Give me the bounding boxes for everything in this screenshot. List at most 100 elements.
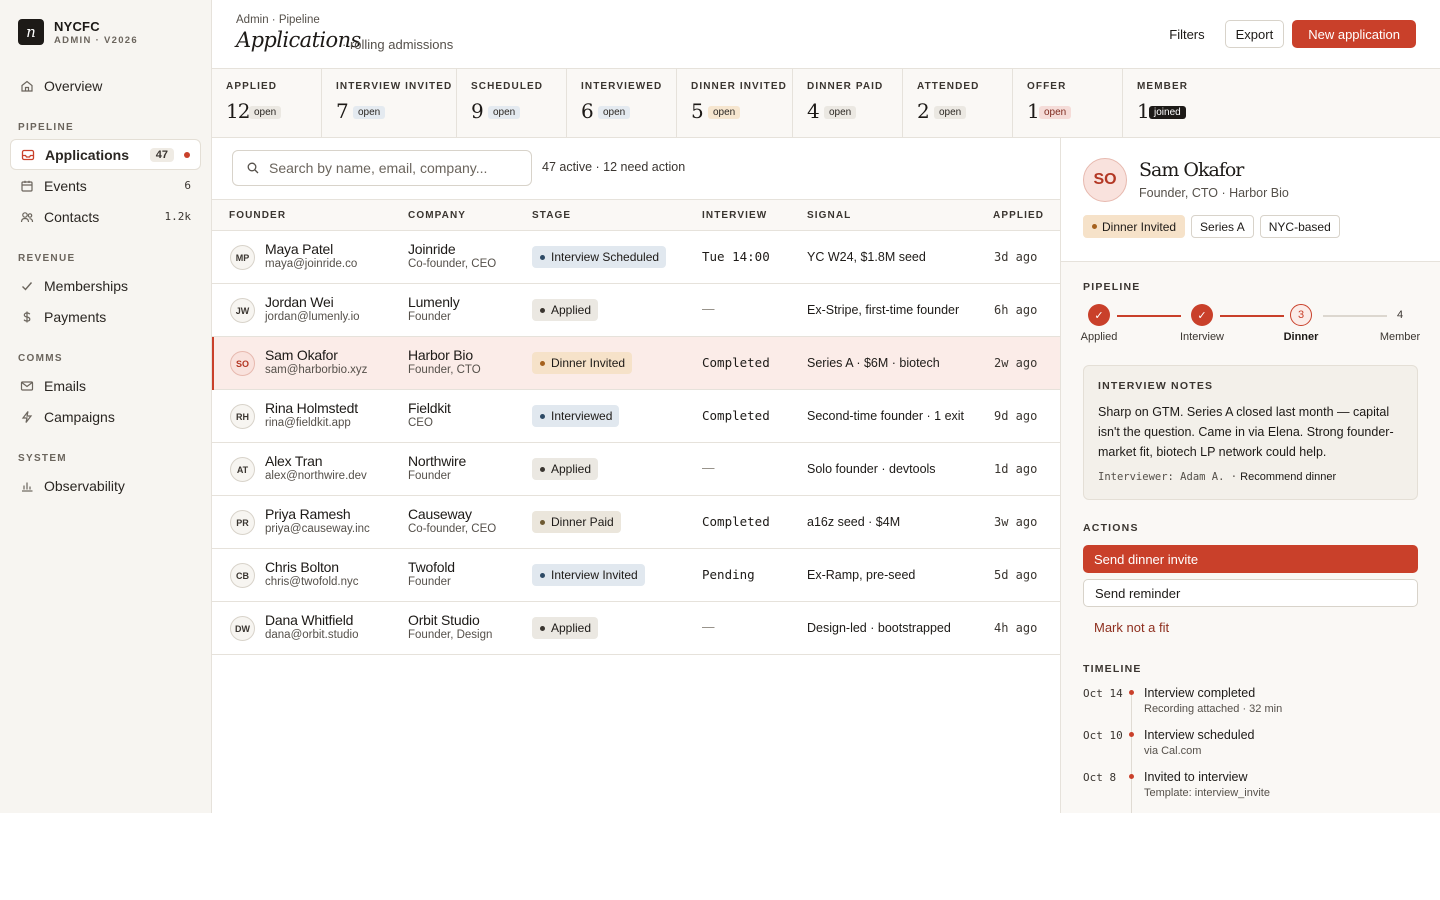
sidebar-item-overview[interactable]: Overview: [10, 70, 201, 101]
interviewer: Interviewer: Adam A. ·: [1098, 471, 1238, 483]
stage-badge: Applied: [532, 458, 599, 480]
pipeline-step-interview: ✓: [1191, 304, 1213, 326]
stage-count: 4: [807, 99, 820, 123]
sidebar-item-events[interactable]: Events 6: [10, 170, 201, 201]
table-row[interactable]: AT Alex Tran alex@northwire.dev Northwir…: [212, 443, 1060, 496]
table-row[interactable]: JW Jordan Wei jordan@lumenly.io Lumenly …: [212, 284, 1060, 337]
stage-count: 1: [1137, 99, 1150, 123]
notes-meta: Interviewer: Adam A. · Recommend dinner: [1098, 471, 1336, 483]
avatar: PR: [230, 510, 255, 535]
export-button[interactable]: Export: [1224, 20, 1285, 48]
column-signal[interactable]: SIGNAL: [807, 210, 851, 221]
timeline-rail: [1131, 694, 1132, 813]
column-interview[interactable]: INTERVIEW: [702, 210, 767, 221]
founder-email: priya@causeway.inc: [265, 523, 370, 535]
breadcrumb: Admin · Pipeline: [236, 14, 320, 26]
status-dot: [540, 466, 545, 472]
stage-tag: open: [598, 106, 631, 119]
list-summary: 47 active · 12 need action: [542, 160, 686, 174]
sidebar-item-label: Events: [44, 177, 87, 194]
table-row[interactable]: DW Dana Whitfield dana@orbit.studio Orbi…: [212, 602, 1060, 655]
sidebar-item-label: Contacts: [44, 208, 100, 225]
timeline-title: Interview completed: [1144, 686, 1256, 700]
pipeline-step-label: Dinner: [1283, 331, 1319, 343]
founder-role: Founder: [408, 470, 451, 482]
stage-scheduled[interactable]: SCHEDULED 9 open: [457, 69, 567, 138]
avatar: SO: [230, 351, 255, 376]
status-dot: [540, 307, 545, 313]
stage-label: Interview Scheduled: [551, 250, 660, 264]
founder-email: chris@twofold.nyc: [265, 576, 359, 588]
stage-tag: open: [488, 106, 521, 119]
search-box[interactable]: [232, 150, 532, 186]
stage-tag: joined: [1149, 106, 1186, 119]
sidebar-item-label: Observability: [44, 477, 125, 494]
sidebar-item-payments[interactable]: Payments: [10, 301, 201, 332]
column-stage[interactable]: STAGE: [532, 210, 571, 221]
timeline-title: Invited to interview: [1144, 770, 1248, 784]
sidebar-item-applications[interactable]: Applications 47: [10, 139, 201, 170]
stage-tag: open: [934, 106, 967, 119]
detail-name: Sam Okafor: [1139, 159, 1244, 181]
sidebar-item-emails[interactable]: Emails: [10, 370, 201, 401]
stage-count: 12: [226, 99, 250, 123]
sidebar-item-label: Campaigns: [44, 408, 115, 425]
stage-interviewed[interactable]: INTERVIEWED 6 open: [567, 69, 677, 138]
founder-role: Co-founder, CEO: [408, 258, 497, 270]
stage-name: SCHEDULED: [471, 81, 544, 92]
stage-dinner-invited[interactable]: DINNER INVITED 5 open: [677, 69, 793, 138]
pipeline-connector: [1220, 315, 1284, 317]
stage-applied[interactable]: APPLIED 12 open: [212, 69, 322, 138]
stage-name: ATTENDED: [917, 81, 980, 92]
timeline-dot: [1129, 774, 1134, 779]
sidebar-item-observability[interactable]: Observability: [10, 470, 201, 501]
sidebar-item-contacts[interactable]: Contacts 1.2k: [10, 201, 201, 232]
founder-name: Maya Patel: [265, 241, 334, 257]
search-input[interactable]: [269, 160, 519, 176]
brand-text: NYCFC ADMIN · V2026: [54, 19, 138, 46]
bolt-icon: [20, 410, 34, 424]
stage-count: 5: [691, 99, 704, 123]
company-name: Twofold: [408, 559, 455, 575]
send-dinner-invite-button[interactable]: Send dinner invite: [1083, 545, 1418, 573]
timeline-date: Oct 8: [1083, 771, 1117, 784]
stage-tag: open: [353, 106, 386, 119]
table-row[interactable]: PR Priya Ramesh priya@causeway.inc Cause…: [212, 496, 1060, 549]
stage-name: OFFER: [1027, 81, 1067, 92]
status-dot: [540, 413, 545, 419]
pipeline-step-label: Member: [1379, 331, 1421, 343]
signal-text: Solo founder · devtools: [807, 462, 936, 476]
stage-attended[interactable]: ATTENDED 2 open: [903, 69, 1013, 138]
avatar: MP: [230, 245, 255, 270]
founder-role: Founder: [408, 311, 451, 323]
mark-not-a-fit-button[interactable]: Mark not a fit: [1094, 620, 1169, 635]
table-row-selected[interactable]: SO Sam Okafor sam@harborbio.xyz Harbor B…: [212, 337, 1060, 390]
stage-name: DINNER INVITED: [691, 81, 787, 92]
avatar: AT: [230, 457, 255, 482]
column-company[interactable]: COMPANY: [408, 210, 466, 221]
brand[interactable]: n NYCFC ADMIN · V2026: [0, 0, 211, 64]
column-founder[interactable]: FOUNDER: [229, 210, 286, 221]
column-applied[interactable]: APPLIED: [993, 210, 1044, 221]
send-reminder-button[interactable]: Send reminder: [1083, 579, 1418, 607]
dollar-icon: [20, 310, 34, 324]
table-row[interactable]: MP Maya Patel maya@joinride.co Joinride …: [212, 231, 1060, 284]
new-application-button[interactable]: New application: [1292, 20, 1416, 48]
filters-button[interactable]: Filters: [1169, 27, 1204, 42]
stage-name: INTERVIEW INVITED: [336, 81, 453, 92]
table-row[interactable]: CB Chris Bolton chris@twofold.nyc Twofol…: [212, 549, 1060, 602]
stage-interview-invited[interactable]: INTERVIEW INVITED 7 open: [322, 69, 457, 138]
applied-time: 6h ago: [994, 303, 1038, 317]
table-row[interactable]: RH Rina Holmstedt rina@fieldkit.app Fiel…: [212, 390, 1060, 443]
company-name: Causeway: [408, 506, 472, 522]
sidebar-item-memberships[interactable]: Memberships: [10, 270, 201, 301]
sidebar-item-campaigns[interactable]: Campaigns: [10, 401, 201, 432]
location-tag: NYC-based: [1259, 215, 1340, 238]
avatar: DW: [230, 616, 255, 641]
applied-time: 1d ago: [994, 462, 1038, 476]
stage-member[interactable]: MEMBER 1 joined: [1123, 69, 1440, 138]
signal-text: Design-led · bootstrapped: [807, 621, 951, 635]
stage-dinner-paid[interactable]: DINNER PAID 4 open: [793, 69, 903, 138]
stage-badge: Applied: [532, 299, 599, 321]
stage-offer[interactable]: OFFER 1 open: [1013, 69, 1123, 138]
